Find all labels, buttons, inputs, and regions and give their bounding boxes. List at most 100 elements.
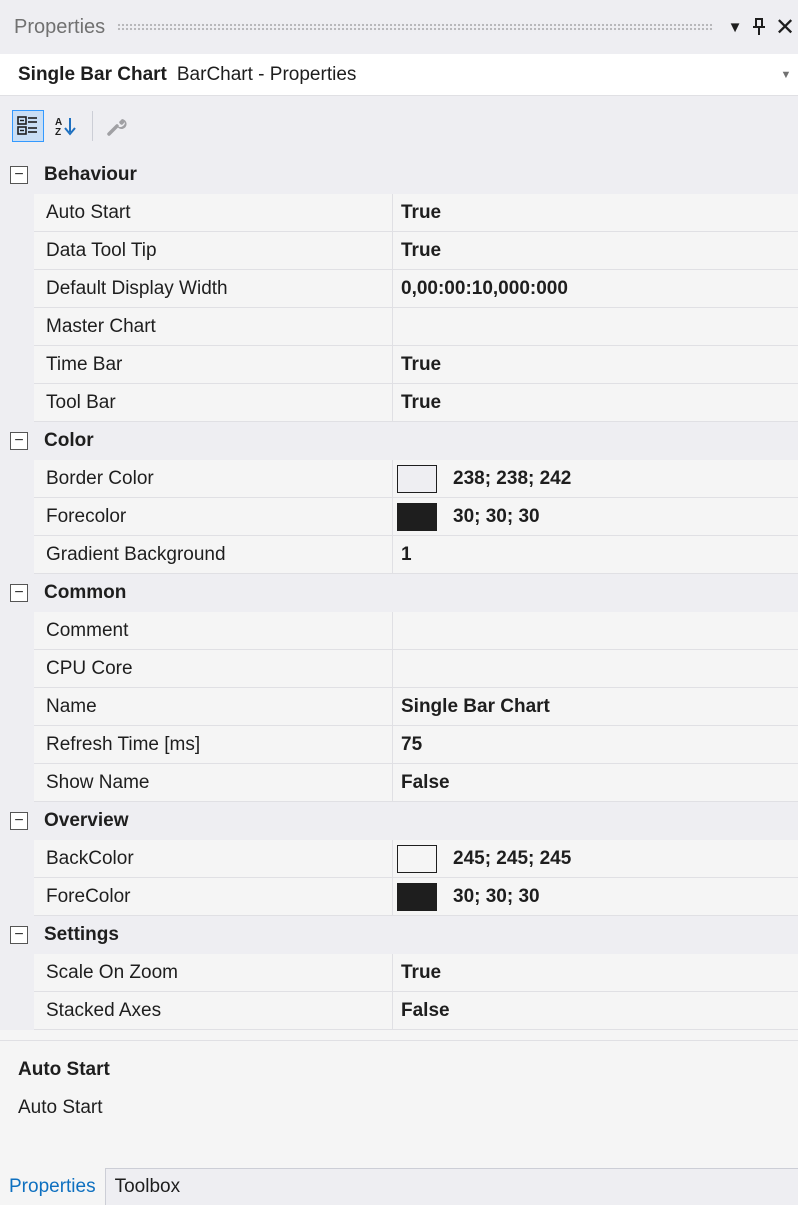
category-common[interactable]: − Common	[0, 574, 798, 612]
property-name[interactable]: Show Name	[34, 764, 393, 802]
property-row[interactable]: Data Tool Tip True	[0, 232, 798, 270]
property-grid: − Behaviour Auto Start True Data Tool Tip Tru…	[0, 156, 798, 1030]
category-label: Common	[44, 582, 127, 603]
color-value-text: 245; 245; 245	[453, 847, 572, 869]
property-value[interactable]: False	[393, 764, 798, 802]
property-name[interactable]: Time Bar	[34, 346, 393, 384]
collapse-icon[interactable]: −	[10, 926, 28, 944]
property-name[interactable]: Border Color	[34, 460, 393, 498]
property-row[interactable]: Refresh Time [ms] 75	[0, 726, 798, 764]
property-row[interactable]: Forecolor 30; 30; 30	[0, 498, 798, 536]
tab-strip: Properties Toolbox	[0, 1168, 798, 1205]
property-value[interactable]: True	[393, 384, 798, 422]
property-row[interactable]: Master Chart	[0, 308, 798, 346]
color-swatch	[397, 882, 437, 911]
property-row[interactable]: Auto Start True	[0, 194, 798, 232]
property-name[interactable]: Scale On Zoom	[34, 954, 393, 992]
chevron-down-icon[interactable]: ▼	[774, 69, 798, 81]
collapse-icon[interactable]: −	[10, 812, 28, 830]
category-settings[interactable]: − Settings	[0, 916, 798, 954]
description-title: Auto Start	[18, 1059, 110, 1080]
property-value[interactable]: False	[393, 992, 798, 1030]
property-row[interactable]: ForeColor 30; 30; 30	[0, 878, 798, 916]
row-gutter	[0, 270, 34, 308]
property-name[interactable]: Data Tool Tip	[34, 232, 393, 270]
property-row[interactable]: Scale On Zoom True	[0, 954, 798, 992]
property-value[interactable]	[393, 308, 798, 346]
property-name[interactable]: Comment	[34, 612, 393, 650]
property-value[interactable]: 245; 245; 245	[393, 840, 798, 878]
property-value[interactable]: True	[393, 232, 798, 270]
description-pane: Auto Start Auto Start	[0, 1040, 798, 1168]
property-name[interactable]: Default Display Width	[34, 270, 393, 308]
property-value[interactable]: 238; 238; 242	[393, 460, 798, 498]
wrench-icon	[107, 119, 127, 136]
row-gutter	[0, 992, 34, 1030]
collapse-icon[interactable]: −	[10, 166, 28, 184]
toolbar-separator	[92, 111, 93, 141]
property-name[interactable]: Gradient Background	[34, 536, 393, 574]
category-label: Settings	[44, 924, 119, 945]
property-value[interactable]: Single Bar Chart	[393, 688, 798, 726]
color-value-text: 30; 30; 30	[453, 885, 540, 907]
pin-icon[interactable]	[746, 0, 772, 54]
property-row[interactable]: Comment	[0, 612, 798, 650]
property-name[interactable]: BackColor	[34, 840, 393, 878]
property-name[interactable]: Master Chart	[34, 308, 393, 346]
property-value[interactable]: 75	[393, 726, 798, 764]
property-row[interactable]: CPU Core	[0, 650, 798, 688]
property-name[interactable]: Auto Start	[34, 194, 393, 232]
property-name[interactable]: CPU Core	[34, 650, 393, 688]
property-name[interactable]: Forecolor	[34, 498, 393, 536]
property-row[interactable]: Time Bar True	[0, 346, 798, 384]
property-value[interactable]: 0,00:00:10,000:000	[393, 270, 798, 308]
category-behaviour[interactable]: − Behaviour	[0, 156, 798, 194]
title-grip[interactable]	[117, 22, 714, 32]
property-name[interactable]: ForeColor	[34, 878, 393, 916]
row-gutter	[0, 536, 34, 574]
property-row[interactable]: Border Color 238; 238; 242	[0, 460, 798, 498]
property-value[interactable]: True	[393, 346, 798, 384]
property-row[interactable]: BackColor 245; 245; 245	[0, 840, 798, 878]
row-gutter	[0, 612, 34, 650]
property-row[interactable]: Show Name False	[0, 764, 798, 802]
row-gutter	[0, 232, 34, 270]
property-pages-button[interactable]	[101, 110, 133, 142]
property-value[interactable]	[393, 650, 798, 688]
property-value[interactable]: True	[393, 194, 798, 232]
categorized-button[interactable]	[12, 110, 44, 142]
property-value[interactable]: 30; 30; 30	[393, 878, 798, 916]
alphabetical-icon: A Z	[55, 117, 76, 137]
collapse-icon[interactable]: −	[10, 584, 28, 602]
property-value[interactable]: 1	[393, 536, 798, 574]
row-gutter	[0, 346, 34, 384]
tab-toolbox[interactable]: Toolbox	[106, 1169, 190, 1205]
object-type: BarChart - Properties	[176, 63, 357, 85]
tab-properties[interactable]: Properties	[0, 1168, 106, 1205]
property-row[interactable]: Gradient Background 1	[0, 536, 798, 574]
alphabetical-button[interactable]: A Z	[50, 110, 82, 142]
property-row[interactable]: Stacked Axes False	[0, 992, 798, 1030]
category-label: Color	[44, 430, 94, 451]
window-dropdown-icon[interactable]: ▼	[724, 0, 746, 54]
property-name[interactable]: Stacked Axes	[34, 992, 393, 1030]
collapse-icon[interactable]: −	[10, 432, 28, 450]
row-gutter	[0, 954, 34, 992]
row-gutter	[0, 764, 34, 802]
category-color[interactable]: − Color	[0, 422, 798, 460]
row-gutter	[0, 650, 34, 688]
property-name[interactable]: Refresh Time [ms]	[34, 726, 393, 764]
row-gutter	[0, 688, 34, 726]
category-overview[interactable]: − Overview	[0, 802, 798, 840]
property-value[interactable]: True	[393, 954, 798, 992]
close-icon[interactable]: ✕	[772, 0, 798, 54]
object-selector[interactable]: Single Bar Chart BarChart - Properties ▼	[0, 54, 798, 96]
property-row[interactable]: Name Single Bar Chart	[0, 688, 798, 726]
property-row[interactable]: Tool Bar True	[0, 384, 798, 422]
property-value[interactable]	[393, 612, 798, 650]
property-name[interactable]: Tool Bar	[34, 384, 393, 422]
window-title: Properties	[14, 15, 106, 38]
property-name[interactable]: Name	[34, 688, 393, 726]
property-value[interactable]: 30; 30; 30	[393, 498, 798, 536]
property-row[interactable]: Default Display Width 0,00:00:10,000:000	[0, 270, 798, 308]
